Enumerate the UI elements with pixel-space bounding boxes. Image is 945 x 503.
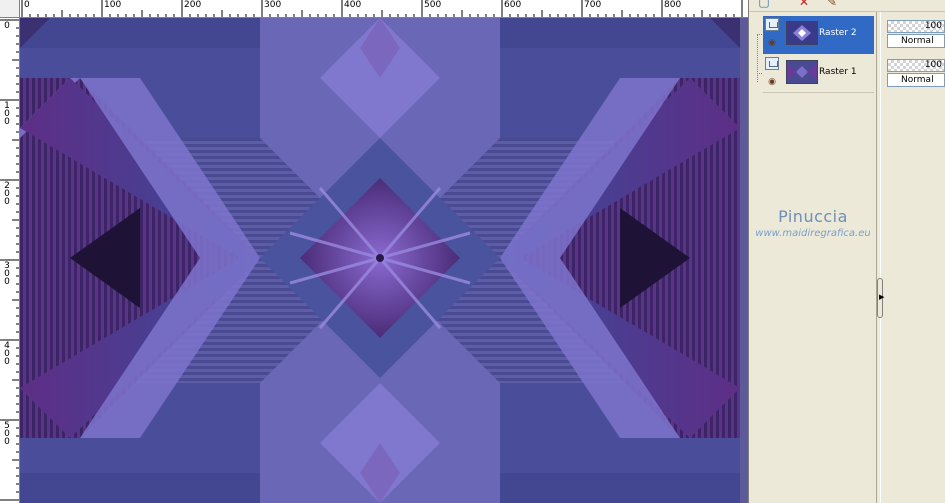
ruler-label: 800 [664, 0, 682, 10]
watermark-site: www.maidiregrafica.eu [755, 228, 871, 239]
layers-toolbar: ▢ ✕ ✎ [749, 0, 945, 12]
opacity-slider[interactable]: 100 [887, 20, 945, 33]
ruler-label: 0 [4, 21, 10, 31]
eye-icon[interactable]: ◉ [765, 39, 779, 48]
ruler-label: 600 [504, 0, 522, 10]
layers-palette: ▢ ✕ ✎ ◉ Raster 2 ◉ Raster 1 ▶ 100 Normal… [748, 0, 945, 503]
watermark-name: Pinuccia [778, 207, 848, 226]
horizontal-ruler-ticks [21, 0, 743, 17]
brush-icon[interactable]: ✎ [825, 0, 839, 9]
palette-divider-highlight [880, 12, 881, 503]
ruler-label: 400 [4, 341, 10, 367]
opacity-value: 100 [924, 21, 942, 31]
image-canvas[interactable] [20, 18, 748, 503]
blend-mode-select[interactable]: Normal [887, 34, 945, 48]
blend-mode-select[interactable]: Normal [887, 73, 945, 87]
palette-splitter[interactable]: ▶ [877, 278, 885, 318]
ruler-label: 100 [4, 101, 10, 127]
eye-icon[interactable]: ◉ [765, 78, 779, 87]
chevron-right-icon: ▶ [879, 293, 885, 301]
ruler-label: 400 [344, 0, 362, 10]
ruler-label: 0 [24, 0, 30, 10]
ruler-label: 700 [584, 0, 602, 10]
opacity-value: 100 [924, 60, 942, 70]
new-layer-icon[interactable]: ▢ [757, 0, 771, 9]
layer-2-properties: 100 Normal [887, 18, 945, 52]
ruler-label: 500 [4, 421, 10, 447]
opacity-slider[interactable]: 100 [887, 59, 945, 72]
layer-row-raster-1[interactable]: ◉ Raster 1 [763, 55, 874, 93]
layer-name: Raster 1 [819, 67, 857, 77]
layer-row-raster-2[interactable]: ◉ Raster 2 [763, 16, 874, 54]
horizontal-ruler: 0 100 200 300 400 500 600 700 800 [20, 0, 748, 18]
layer-thumbnail [786, 21, 818, 45]
ruler-label: 100 [104, 0, 122, 10]
raster-layer-icon [765, 18, 779, 31]
canvas-edge [740, 18, 748, 503]
kaleidoscope-artwork [20, 18, 748, 503]
ruler-label: 500 [424, 0, 442, 10]
layer-thumbnail [786, 60, 818, 84]
palette-divider [876, 12, 877, 503]
ruler-label: 200 [184, 0, 202, 10]
delete-layer-icon[interactable]: ✕ [797, 0, 811, 9]
ruler-label: 300 [4, 261, 10, 287]
psp-workspace: 0 100 200 300 400 500 600 700 800 0 100 200 300 400 5… [0, 0, 945, 503]
ruler-label: 200 [4, 181, 10, 207]
raster-layer-icon [765, 57, 779, 70]
ruler-corner [0, 0, 20, 18]
vertical-ruler: 0 100 200 300 400 500 [0, 18, 20, 503]
layer-1-properties: 100 Normal [887, 57, 945, 91]
layer-name: Raster 2 [819, 28, 857, 38]
blend-mode-label: Normal [901, 36, 934, 46]
ruler-label: 300 [264, 0, 282, 10]
blend-mode-label: Normal [901, 75, 934, 85]
